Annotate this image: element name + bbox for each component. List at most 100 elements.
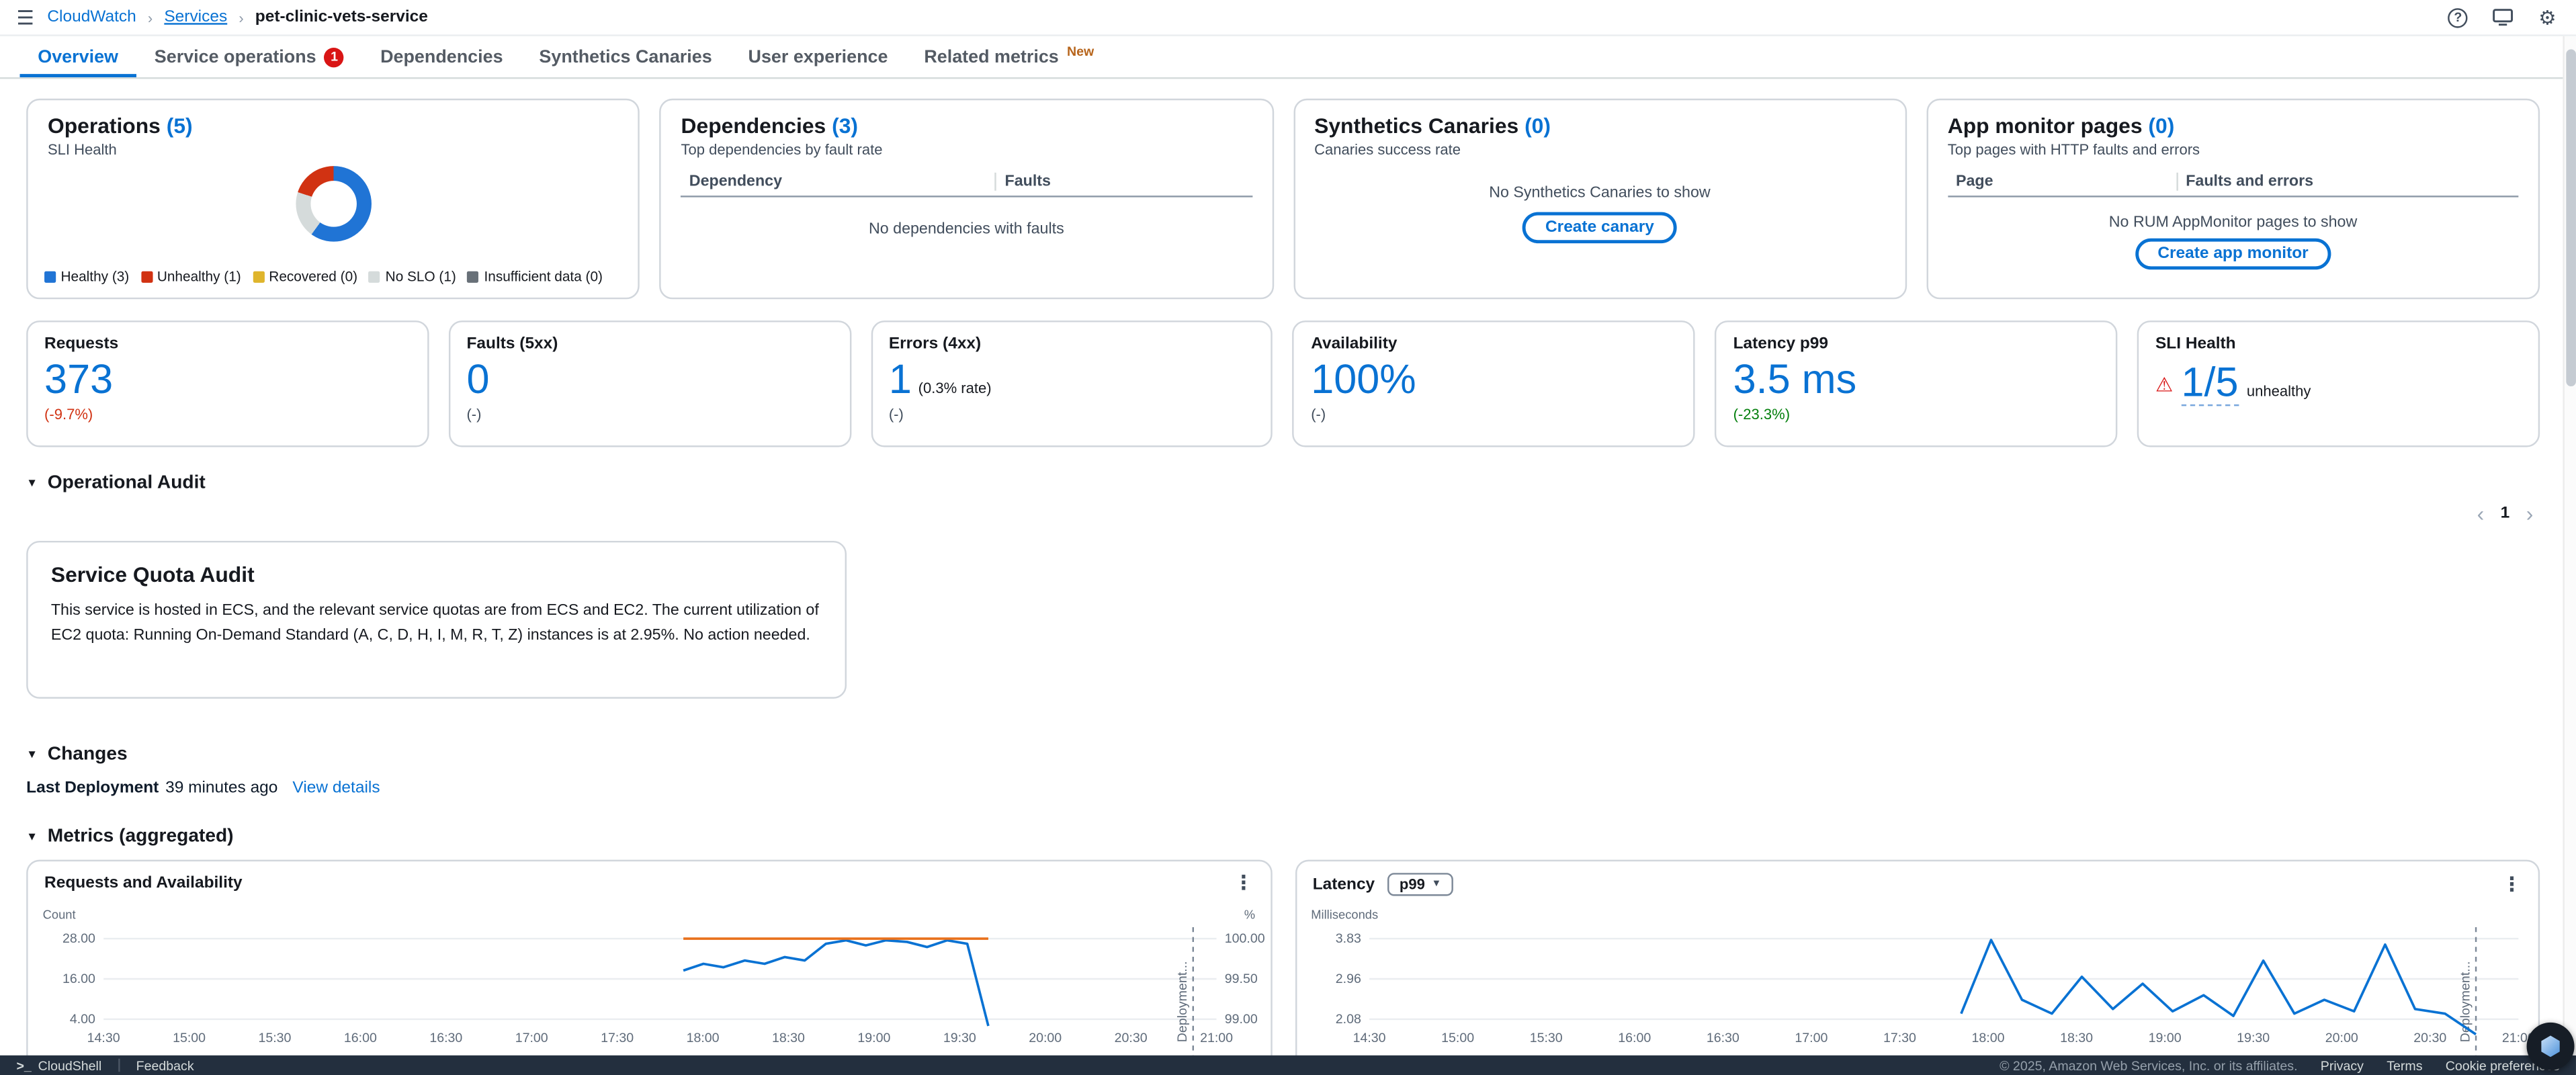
svg-text:19:00: 19:00 (857, 1031, 890, 1045)
privacy-link[interactable]: Privacy (2321, 1058, 2364, 1072)
sli-health-metric-card: SLI Health ⚠ 1/5 unhealthy (2137, 320, 2540, 447)
legend-item-insufficient-data: Insufficient data (0) (468, 268, 603, 284)
section-title: Changes (48, 744, 128, 764)
dependencies-card-subtitle: Top dependencies by fault rate (681, 141, 1252, 157)
legend-label: Recovered (0) (269, 268, 357, 284)
column-header-faults-errors: Faults and errors (2176, 173, 2519, 191)
kebab-menu-icon[interactable]: ⋮ (1234, 873, 1253, 892)
tab-overview[interactable]: Overview (19, 36, 136, 77)
app-monitor-count-link[interactable]: (0) (2148, 114, 2174, 138)
app-monitor-card-title: App monitor pages (0) (1948, 114, 2519, 138)
svg-text:16:30: 16:30 (429, 1031, 462, 1045)
footer-divider (118, 1059, 120, 1072)
operations-card-title: Operations (5) (48, 114, 619, 138)
svg-text:19:30: 19:30 (943, 1031, 976, 1045)
tab-dependencies[interactable]: Dependencies (362, 36, 521, 77)
chart-header: Latency p99 ▼ ⋮ (1296, 861, 2538, 896)
svg-text:14:30: 14:30 (87, 1031, 120, 1045)
tab-service-operations[interactable]: Service operations 1 (136, 36, 362, 77)
requests-availability-chart-card: Requests and Availability ⋮ Count % 28.0… (26, 860, 1271, 1075)
requests-metric-card: Requests 373 (-9.7%) (26, 320, 429, 447)
dependencies-count-link[interactable]: (3) (832, 114, 858, 138)
help-icon[interactable]: ? (2448, 7, 2468, 27)
quota-card-body: This service is hosted in ECS, and the r… (51, 600, 820, 648)
app-monitor-empty-state: No RUM AppMonitor pages to show Create a… (1948, 214, 2519, 269)
gear-icon[interactable]: ⚙ (2538, 7, 2556, 27)
sli-health-donut-chart[interactable] (295, 166, 371, 242)
feedback-label: Feedback (136, 1058, 194, 1072)
feedback-button[interactable]: Feedback (136, 1058, 194, 1072)
collapse-icon[interactable]: ▼ (26, 478, 38, 489)
chart-header: Requests and Availability ⋮ (28, 861, 1270, 892)
app-monitor-pages-card: App monitor pages (0) Top pages with HTT… (1926, 99, 2540, 299)
requests-availability-line-chart[interactable]: 28.00100.0016.0099.504.0099.0014:3015:00… (28, 927, 1272, 1075)
dependencies-card: Dependencies (3) Top dependencies by fau… (660, 99, 1273, 299)
section-title: Operational Audit (48, 474, 206, 493)
left-axis-label: Count (43, 908, 76, 922)
cloudwatch-service-detail-page: ☰ CloudWatch › Services › pet-clinic-vet… (0, 0, 2576, 1075)
audit-pagination: ‹ 1 › (0, 503, 2533, 525)
metric-cards-row: Requests 373 (-9.7%) Faults (5xx) 0 (-) … (26, 320, 2540, 447)
sli-health-suffix: unhealthy (2247, 384, 2311, 400)
scrollbar-thumb[interactable] (2566, 49, 2576, 386)
chevron-left-icon[interactable]: ‹ (2477, 503, 2485, 525)
service-quota-audit-card: Service Quota Audit This service is host… (26, 541, 847, 699)
page-number[interactable]: 1 (2501, 505, 2510, 523)
svg-text:17:00: 17:00 (515, 1031, 548, 1045)
svg-text:19:30: 19:30 (2236, 1031, 2269, 1045)
svg-text:15:30: 15:30 (1529, 1031, 1562, 1045)
legend-item-recovered: Recovered (0) (253, 268, 357, 284)
insufficient-data-swatch-icon (468, 270, 479, 282)
metric-title: Faults (5xx) (466, 335, 832, 353)
chevron-right-icon[interactable]: › (2526, 503, 2534, 525)
column-header-page: Page (1948, 173, 2176, 191)
synthetics-card-subtitle: Canaries success rate (1314, 141, 1885, 157)
metric-delta: (-) (466, 406, 832, 423)
tab-synthetics-canaries[interactable]: Synthetics Canaries (521, 36, 730, 77)
latency-stat-select[interactable]: p99 ▼ (1388, 873, 1453, 896)
svg-text:20:00: 20:00 (1029, 1031, 1062, 1045)
hamburger-menu-icon[interactable]: ☰ (16, 7, 34, 27)
chart-title: Latency (1313, 875, 1375, 894)
metric-title: Latency p99 (1733, 335, 2100, 353)
metric-title: Errors (4xx) (889, 335, 1255, 353)
svg-text:15:00: 15:00 (173, 1031, 206, 1045)
section-title: Metrics (aggregated) (48, 827, 234, 847)
availability-metric-card: Availability 100% (-) (1293, 320, 1695, 447)
top-navigation-bar: ☰ CloudWatch › Services › pet-clinic-vet… (0, 0, 2576, 36)
collapse-icon[interactable]: ▼ (26, 748, 38, 760)
svg-text:18:00: 18:00 (687, 1031, 720, 1045)
card-title-text: App monitor pages (1948, 114, 2143, 138)
cloudshell-terminal-icon: >_ (16, 1058, 31, 1072)
footer-legal: © 2025, Amazon Web Services, Inc. or its… (2000, 1058, 2559, 1072)
display-settings-icon[interactable] (2493, 8, 2514, 26)
sli-health-value[interactable]: 1/5 (2182, 361, 2239, 406)
breadcrumb-current-page: pet-clinic-vets-service (255, 8, 428, 26)
view-details-link[interactable]: View details (292, 779, 380, 798)
tab-related-metrics[interactable]: Related metrics New (906, 36, 1112, 77)
card-title-text: Synthetics Canaries (1314, 114, 1518, 138)
collapse-icon[interactable]: ▼ (26, 831, 38, 843)
section-operational-audit: ▼ Operational Audit (26, 474, 2550, 493)
right-axis-label: % (1244, 908, 1255, 922)
synthetics-count-link[interactable]: (0) (1525, 114, 1551, 138)
operations-count-link[interactable]: (5) (167, 114, 193, 138)
amazon-q-button[interactable] (2527, 1023, 2575, 1070)
latency-line-chart[interactable]: 3.832.962.0814:3015:0015:3016:0016:3017:… (1296, 927, 2540, 1075)
terms-link[interactable]: Terms (2387, 1058, 2422, 1072)
section-changes: ▼ Changes (26, 744, 2550, 764)
tab-bar: Overview Service operations 1 Dependenci… (0, 36, 2576, 79)
metric-title: SLI Health (2155, 335, 2522, 353)
tab-user-experience[interactable]: User experience (730, 36, 906, 77)
kebab-menu-icon[interactable]: ⋮ (2502, 875, 2522, 894)
breadcrumb-link-services[interactable]: Services (164, 8, 227, 26)
tab-label: Service operations (155, 47, 316, 67)
recovered-swatch-icon (253, 270, 264, 282)
no-slo-swatch-icon (369, 270, 380, 282)
create-app-monitor-button[interactable]: Create app monitor (2135, 239, 2331, 269)
svg-text:18:30: 18:30 (772, 1031, 805, 1045)
create-canary-button[interactable]: Create canary (1522, 212, 1677, 243)
svg-text:15:00: 15:00 (1441, 1031, 1473, 1045)
cloudshell-button[interactable]: >_ CloudShell (16, 1058, 101, 1072)
breadcrumb-link-cloudwatch[interactable]: CloudWatch (47, 8, 136, 26)
